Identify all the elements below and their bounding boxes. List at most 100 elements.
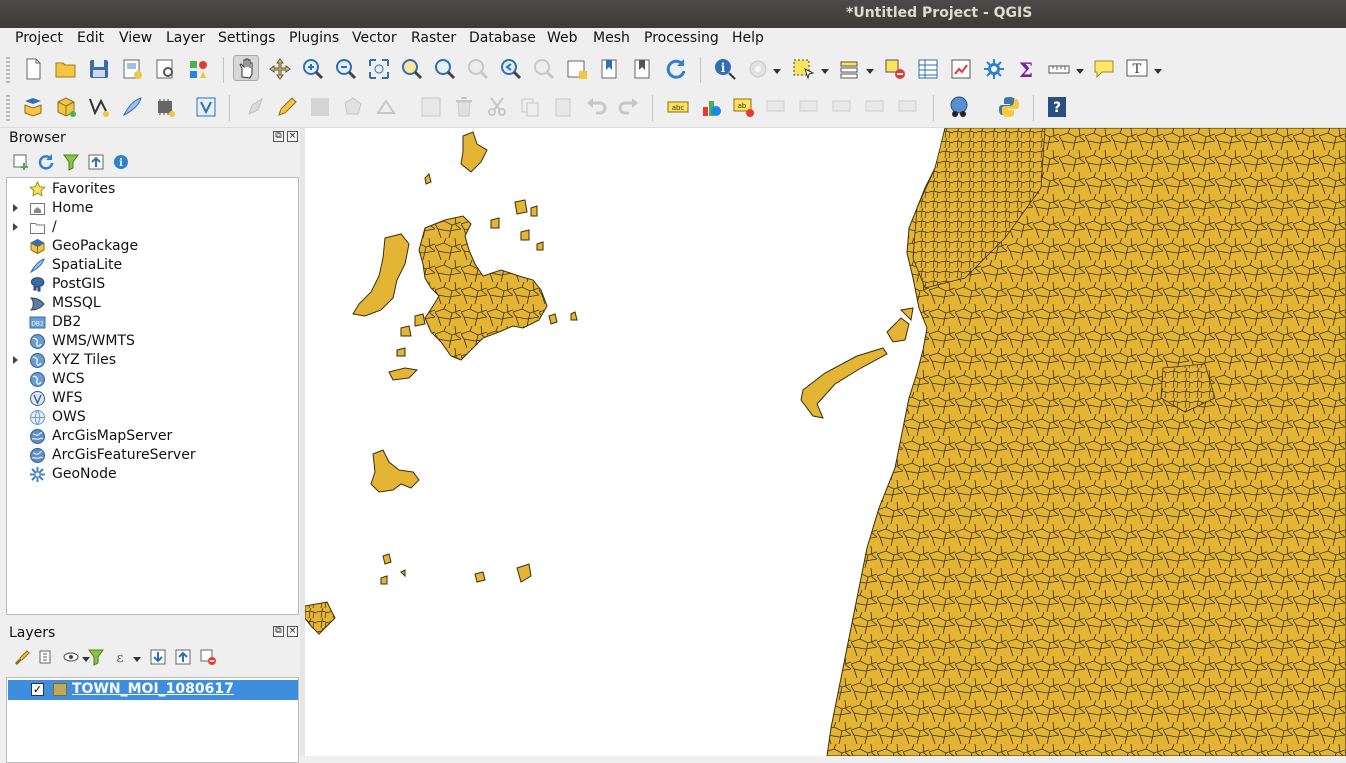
data-source-manager-icon[interactable] — [20, 94, 46, 120]
browser-item-xyz-tiles[interactable]: XYZ Tiles — [7, 351, 297, 370]
show-bookmarks-icon[interactable] — [630, 56, 656, 82]
browser-item-spatialite[interactable]: SpatiaLite — [7, 256, 297, 275]
copy-features-icon[interactable] — [517, 94, 543, 120]
select-features-icon[interactable] — [790, 56, 816, 82]
rotate-label-icon[interactable] — [863, 94, 889, 120]
select-by-value-icon[interactable] — [837, 56, 863, 82]
zoom-to-selection-icon[interactable] — [399, 56, 425, 82]
help-contents-icon[interactable]: ? — [1044, 94, 1070, 120]
chevron-down-icon[interactable] — [1154, 69, 1162, 74]
collapse-all-icon[interactable] — [87, 153, 105, 171]
layer-row[interactable]: ✓ TOWN_MOI_1080617 — [8, 680, 298, 700]
zoom-full-icon[interactable] — [366, 56, 392, 82]
new-shapefile-layer-icon[interactable] — [86, 94, 112, 120]
metasearch-icon[interactable] — [946, 94, 972, 120]
open-layer-styling-icon[interactable] — [12, 648, 30, 666]
menu-mesh[interactable]: Mesh — [593, 30, 630, 46]
browser-item-wfs[interactable]: WFS — [7, 389, 297, 408]
paste-features-icon[interactable] — [550, 94, 576, 120]
chevron-down-icon[interactable] — [773, 69, 781, 74]
filter-legend-icon[interactable] — [87, 648, 105, 666]
sum-icon[interactable]: Σ — [1013, 56, 1039, 82]
menu-plugins[interactable]: Plugins — [289, 30, 339, 46]
filter-icon[interactable] — [62, 153, 80, 171]
toolbar-grip[interactable] — [6, 57, 10, 83]
new-map-view-icon[interactable] — [564, 56, 590, 82]
manage-map-themes-icon[interactable] — [62, 648, 80, 666]
browser-item-arcgisfeatureserver[interactable]: ArcGisFeatureServer — [7, 446, 297, 465]
menu-vector[interactable]: Vector — [352, 30, 397, 46]
chevron-down-icon[interactable] — [1076, 69, 1084, 74]
menu-layer[interactable]: Layer — [166, 30, 205, 46]
new-bookmark-icon[interactable] — [597, 56, 623, 82]
refresh-icon[interactable] — [663, 56, 689, 82]
expand-arrow-icon[interactable] — [13, 356, 18, 364]
layer-labeling-options-icon[interactable]: abc — [665, 94, 691, 120]
processing-toolbox-icon[interactable] — [981, 56, 1007, 82]
map-tips-icon[interactable] — [1091, 56, 1117, 82]
browser-item-arcgismapserver[interactable]: ArcGisMapServer — [7, 427, 297, 446]
pin-labels-icon[interactable] — [764, 94, 790, 120]
browser-item-home[interactable]: Home — [7, 199, 297, 218]
menu-raster[interactable]: Raster — [411, 30, 456, 46]
browser-item-geopackage[interactable]: GeoPackage — [7, 237, 297, 256]
southern-island-polygon[interactable] — [370, 449, 420, 493]
zoom-to-layer-icon[interactable] — [432, 56, 458, 82]
browser-item-mssql[interactable]: MSSQL — [7, 294, 297, 313]
save-project-icon[interactable] — [86, 56, 112, 82]
measure-line-icon[interactable] — [1046, 56, 1072, 82]
chevron-down-icon[interactable] — [133, 657, 141, 662]
float-panel-icon[interactable]: ⧉ — [273, 626, 284, 637]
chevron-down-icon[interactable] — [866, 69, 874, 74]
pan-to-selection-icon[interactable] — [267, 56, 293, 82]
expand-arrow-icon[interactable] — [13, 204, 18, 212]
collapse-all-icon[interactable] — [174, 648, 192, 666]
browser-item-ows[interactable]: OWS — [7, 408, 297, 427]
layer-visibility-checkbox[interactable]: ✓ — [31, 683, 44, 696]
refresh-icon[interactable] — [37, 153, 55, 171]
new-virtual-layer-icon[interactable] — [193, 94, 219, 120]
new-print-layout-icon[interactable] — [119, 56, 145, 82]
new-spatialite-layer-icon[interactable] — [119, 94, 145, 120]
chevron-down-icon[interactable] — [821, 69, 829, 74]
run-feature-action-icon[interactable] — [745, 56, 771, 82]
undo-icon[interactable] — [583, 94, 609, 120]
attribute-table-icon[interactable] — [915, 56, 941, 82]
new-geopackage-layer-icon[interactable] — [53, 94, 79, 120]
browser-item-wms-wmts[interactable]: WMS/WMTS — [7, 332, 297, 351]
float-panel-icon[interactable]: ⧉ — [273, 131, 284, 142]
cut-features-icon[interactable] — [484, 94, 510, 120]
toggle-editing-icon[interactable] — [274, 94, 300, 120]
browser-item-wcs[interactable]: WCS — [7, 370, 297, 389]
menu-project[interactable]: Project — [15, 30, 63, 46]
menu-database[interactable]: Database — [469, 30, 536, 46]
main-island-polygon[interactable] — [826, 128, 1346, 756]
open-project-icon[interactable] — [53, 56, 79, 82]
move-label-icon[interactable] — [830, 94, 856, 120]
toolbar-grip[interactable] — [6, 95, 10, 121]
style-manager-icon[interactable] — [185, 56, 211, 82]
show-hide-labels-icon[interactable] — [797, 94, 823, 120]
layout-manager-icon[interactable] — [152, 56, 178, 82]
layer-diagram-options-icon[interactable] — [698, 94, 724, 120]
browser-item-geonode[interactable]: GeoNode — [7, 465, 297, 484]
add-group-icon[interactable] — [37, 648, 55, 666]
menu-web[interactable]: Web — [547, 30, 578, 46]
pan-map-icon[interactable] — [233, 55, 259, 81]
zoom-next-icon[interactable] — [531, 56, 557, 82]
menu-processing[interactable]: Processing — [644, 30, 719, 46]
new-project-icon[interactable] — [20, 56, 46, 82]
modify-attributes-icon[interactable] — [418, 94, 444, 120]
new-temporary-layer-icon[interactable] — [152, 94, 178, 120]
browser-tree[interactable]: Favorites Home / GeoPackage SpatiaLite PostGI… — [6, 177, 299, 615]
change-label-icon[interactable] — [896, 94, 922, 120]
remove-layer-icon[interactable] — [199, 648, 217, 666]
filter-by-expression-icon[interactable]: ε — [112, 648, 130, 666]
add-selected-layers-icon[interactable] — [12, 153, 30, 171]
deselect-all-icon[interactable] — [882, 56, 908, 82]
redo-icon[interactable] — [616, 94, 642, 120]
menu-help[interactable]: Help — [732, 30, 764, 46]
close-panel-icon[interactable]: × — [287, 626, 298, 637]
browser-item-root-folder[interactable]: / — [7, 218, 297, 237]
save-layer-edits-icon[interactable] — [307, 94, 333, 120]
